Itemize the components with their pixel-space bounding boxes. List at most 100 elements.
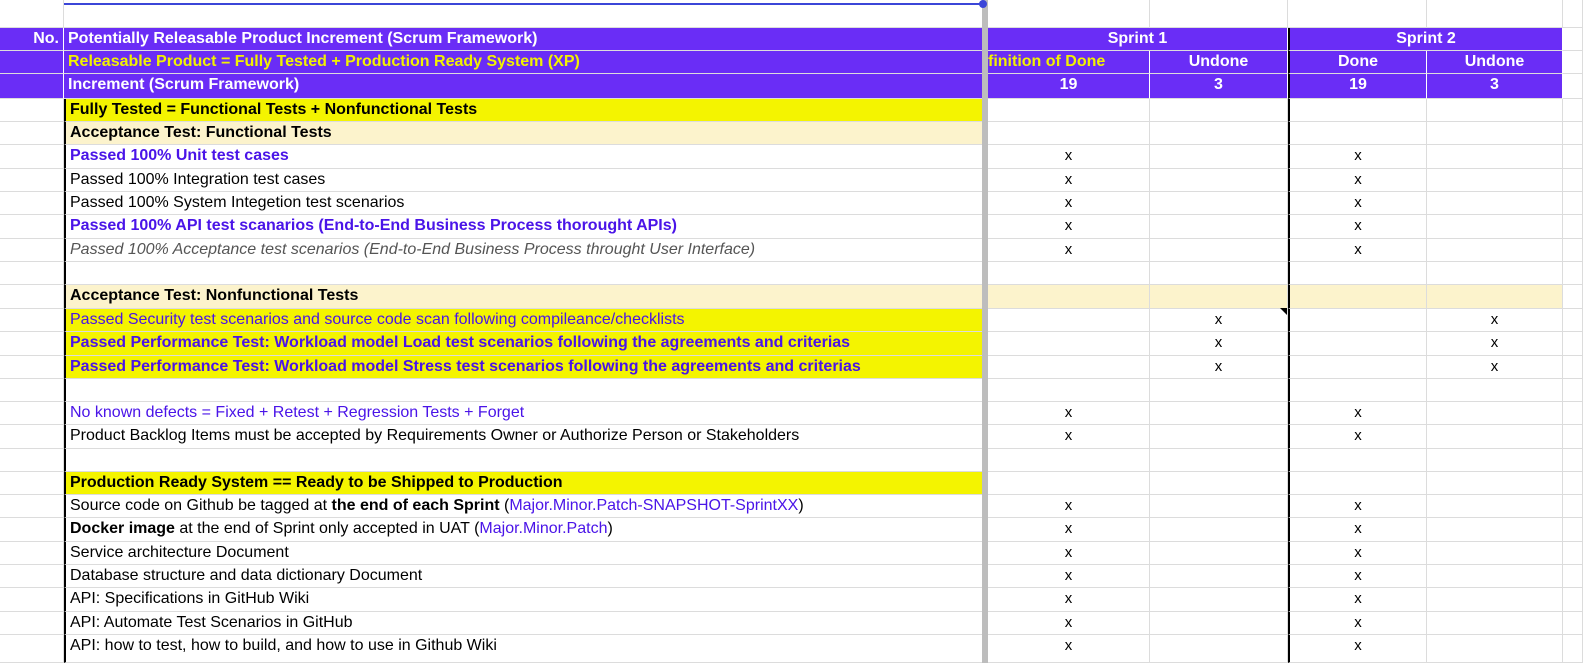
table-row[interactable]: API: Specifications in GitHub Wiki x x	[0, 588, 1583, 612]
row-text[interactable]: Acceptance Test: Nonfunctional Tests	[64, 285, 982, 309]
s1-done-cell[interactable]: x	[988, 425, 1150, 449]
row-text[interactable]: API: how to test, how to build, and how …	[64, 635, 982, 663]
cell[interactable]	[1563, 51, 1583, 74]
cell[interactable]	[1563, 28, 1583, 51]
s2-done-cell[interactable]	[1288, 309, 1427, 332]
s2-done-cell[interactable]: x	[1288, 425, 1427, 449]
cell[interactable]	[1563, 542, 1583, 565]
s1-undone-cell[interactable]: x	[1150, 332, 1288, 356]
row-text[interactable]: Fully Tested = Functional Tests + Nonfun…	[64, 99, 982, 122]
table-row[interactable]: API: how to test, how to build, and how …	[0, 635, 1583, 663]
cell[interactable]	[1150, 472, 1288, 495]
cell[interactable]	[1150, 262, 1288, 285]
s1-undone-cell[interactable]	[1150, 612, 1288, 635]
cell[interactable]	[0, 472, 64, 495]
cell[interactable]	[1288, 99, 1427, 122]
cell[interactable]	[0, 51, 64, 74]
cell[interactable]	[1150, 99, 1288, 122]
table-row[interactable]	[0, 379, 1583, 402]
table-row[interactable]	[0, 262, 1583, 285]
cell[interactable]	[1427, 0, 1563, 28]
cell[interactable]	[1563, 169, 1583, 192]
cell[interactable]	[1427, 472, 1563, 495]
s1-done-cell[interactable]: x	[988, 542, 1150, 565]
s1-undone-cell[interactable]	[1150, 145, 1288, 169]
s1-undone-cell[interactable]	[1150, 518, 1288, 542]
s2-done-cell[interactable]: x	[1288, 169, 1427, 192]
cell[interactable]	[0, 122, 64, 145]
s2-undone-cell[interactable]	[1427, 635, 1563, 663]
s2-done-header[interactable]: Done	[1288, 51, 1427, 74]
sprint-1-header[interactable]: Sprint 1	[988, 28, 1288, 51]
s2-done-cell[interactable]: x	[1288, 215, 1427, 239]
table-row[interactable]: Passed 100% Acceptance test scenarios (E…	[0, 239, 1583, 262]
s1-done-cell[interactable]	[988, 309, 1150, 332]
cell[interactable]	[1563, 239, 1583, 262]
row-text[interactable]: API: Specifications in GitHub Wiki	[64, 588, 982, 612]
s2-done-cell[interactable]: x	[1288, 612, 1427, 635]
table-row[interactable]: Product Backlog Items must be accepted b…	[0, 425, 1583, 449]
s2-undone-header[interactable]: Undone	[1427, 51, 1563, 74]
cell[interactable]	[1150, 379, 1288, 402]
cell[interactable]	[1563, 262, 1583, 285]
cell[interactable]	[988, 0, 1150, 28]
releasable-product-title[interactable]: Releasable Product = Fully Tested + Prod…	[64, 51, 982, 74]
table-row[interactable]: Passed Performance Test: Workload model …	[0, 332, 1583, 356]
cell[interactable]	[1288, 0, 1427, 28]
cell[interactable]	[1563, 495, 1583, 518]
cell[interactable]	[988, 99, 1150, 122]
cell[interactable]	[0, 495, 64, 518]
row-text[interactable]: Passed 100% Integration test cases	[64, 169, 982, 192]
cell[interactable]	[0, 74, 64, 99]
row-text[interactable]: Product Backlog Items must be accepted b…	[64, 425, 982, 449]
cell[interactable]	[1563, 215, 1583, 239]
table-row[interactable]: Passed 100% Unit test cases x x	[0, 145, 1583, 169]
table-row[interactable]: Passed Performance Test: Workload model …	[0, 356, 1583, 379]
s2-undone-cell[interactable]	[1427, 215, 1563, 239]
s1-undone-cell[interactable]	[1150, 215, 1288, 239]
cell[interactable]	[1563, 635, 1583, 663]
s2-undone-cell[interactable]: x	[1427, 332, 1563, 356]
spreadsheet[interactable]: No. Potentially Releasable Product Incre…	[0, 0, 1583, 663]
cell[interactable]	[0, 99, 64, 122]
cell[interactable]	[1563, 309, 1583, 332]
cell[interactable]	[0, 635, 64, 663]
row-text[interactable]	[64, 379, 982, 402]
header-row-1[interactable]: No. Potentially Releasable Product Incre…	[0, 28, 1583, 51]
s1-undone-cell[interactable]	[1150, 425, 1288, 449]
s2-undone-cell[interactable]	[1427, 542, 1563, 565]
increment-title[interactable]: Increment (Scrum Framework)	[64, 74, 982, 99]
row-text[interactable]: Production Ready System == Ready to be S…	[64, 472, 982, 495]
row-text[interactable]: Passed 100% Unit test cases	[64, 145, 982, 169]
s2-done-cell[interactable]: x	[1288, 145, 1427, 169]
cell[interactable]	[1563, 425, 1583, 449]
s1-undone-cell[interactable]: x	[1150, 309, 1288, 332]
s1-undone-cell[interactable]: x	[1150, 356, 1288, 379]
cell[interactable]	[1563, 402, 1583, 425]
cell[interactable]	[1563, 332, 1583, 356]
cell[interactable]	[0, 612, 64, 635]
cell[interactable]	[1288, 472, 1427, 495]
cell[interactable]	[0, 192, 64, 215]
cell[interactable]	[1288, 285, 1427, 309]
row-text[interactable]: Passed 100% Acceptance test scenarios (E…	[64, 239, 982, 262]
cell[interactable]	[1150, 449, 1288, 472]
cell[interactable]	[0, 356, 64, 379]
s2-done-cell[interactable]	[1288, 332, 1427, 356]
s1-undone-cell[interactable]	[1150, 588, 1288, 612]
s2-undone-cell[interactable]: x	[1427, 356, 1563, 379]
cell[interactable]	[0, 588, 64, 612]
s2-done-cell[interactable]: x	[1288, 192, 1427, 215]
cell[interactable]	[988, 379, 1150, 402]
row-text[interactable]: No known defects = Fixed + Retest + Regr…	[64, 402, 982, 425]
cell[interactable]	[1563, 356, 1583, 379]
cell[interactable]	[1427, 262, 1563, 285]
s2-undone-cell[interactable]	[1427, 612, 1563, 635]
table-row[interactable]: Passed 100% System Integetion test scena…	[0, 192, 1583, 215]
cell[interactable]	[0, 449, 64, 472]
s2-done-cell[interactable]: x	[1288, 542, 1427, 565]
no-header[interactable]: No.	[0, 28, 64, 51]
s1-done-count[interactable]: 19	[988, 74, 1150, 99]
comment-indicator-icon[interactable]	[1280, 308, 1287, 315]
s1-undone-cell[interactable]	[1150, 169, 1288, 192]
